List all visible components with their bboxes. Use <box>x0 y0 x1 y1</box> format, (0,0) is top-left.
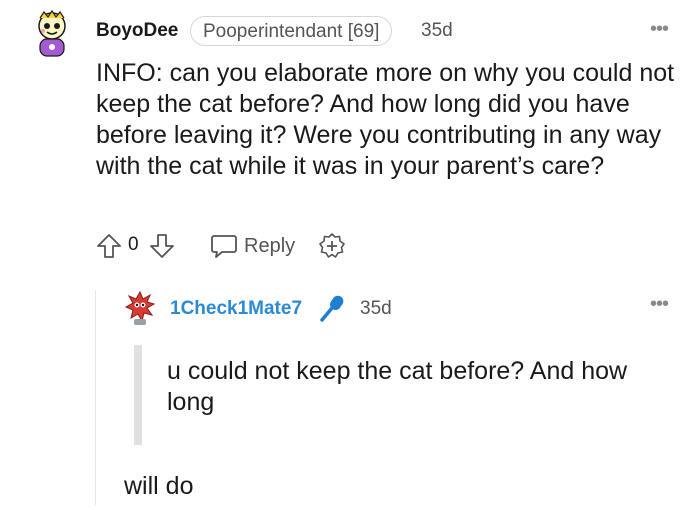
avatar-snoo-icon <box>38 9 66 57</box>
reply-avatar[interactable] <box>124 290 156 326</box>
award-plus-icon <box>319 233 345 258</box>
microphone-icon <box>318 293 348 323</box>
comment-age[interactable]: 35d <box>421 20 453 42</box>
comment-username[interactable]: BoyoDee <box>96 20 178 42</box>
reply-bubble-icon <box>211 235 237 258</box>
downvote-icon[interactable] <box>148 232 176 260</box>
vote-count: 0 <box>128 234 139 255</box>
award-button[interactable] <box>318 232 346 260</box>
quote-bar <box>134 345 142 445</box>
reply-age[interactable]: 35d <box>360 298 392 320</box>
comment-body: INFO: can you elaborate more on why you … <box>96 59 675 180</box>
user-flair: Pooperintendant [69] <box>190 16 393 46</box>
quoted-text: u could not keep the cat before? And how… <box>167 357 628 416</box>
reply-button-label: Reply <box>244 234 296 257</box>
upvote-icon[interactable] <box>95 232 123 260</box>
thread-line[interactable] <box>95 290 96 505</box>
user-avatar[interactable] <box>30 8 74 58</box>
reply-button[interactable]: Reply <box>210 232 295 260</box>
avatar-spiky-icon <box>124 290 156 325</box>
more-options-icon[interactable]: ••• <box>650 18 669 41</box>
reply-username[interactable]: 1Check1Mate7 <box>170 298 302 320</box>
reply-body: will do <box>124 472 194 500</box>
more-options-icon[interactable]: ••• <box>650 293 669 316</box>
